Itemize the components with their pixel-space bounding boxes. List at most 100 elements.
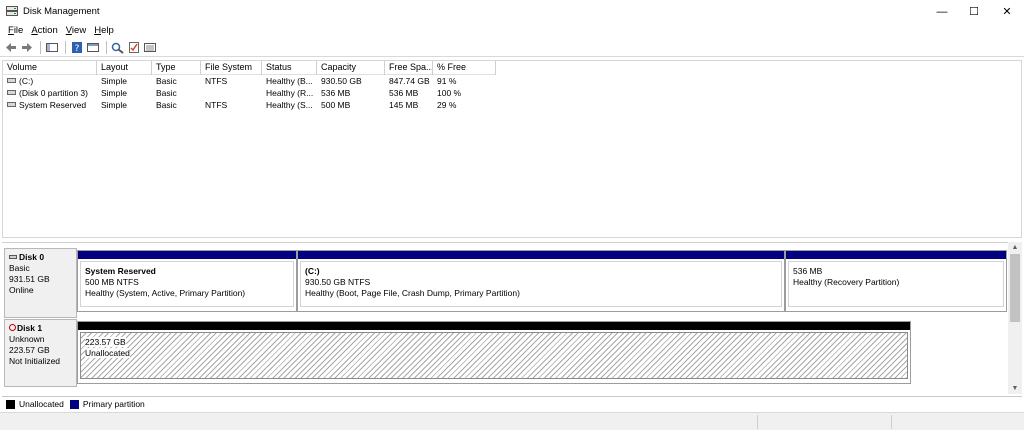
partition-status: Healthy (Boot, Page File, Crash Dump, Pr… bbox=[305, 288, 520, 298]
disk-state: Not Initialized bbox=[9, 356, 61, 366]
maximize-icon: ☐ bbox=[969, 6, 979, 18]
checklist-icon[interactable] bbox=[127, 41, 141, 54]
partition-name: (C:) bbox=[305, 266, 320, 276]
disk-warning-icon bbox=[9, 324, 16, 332]
toolbar-separator bbox=[65, 41, 66, 54]
legend-item-unallocated: Unallocated bbox=[6, 399, 64, 409]
volume-free-space: 847.74 GB bbox=[389, 76, 430, 86]
volume-file-system: NTFS bbox=[205, 76, 228, 86]
legend-item-primary-partition: Primary partition bbox=[69, 399, 145, 409]
disk-name: Disk 1 bbox=[17, 323, 43, 333]
volume-list[interactable]: Volume Layout Type File System Status Ca… bbox=[2, 60, 1022, 238]
disk-management-app-icon bbox=[6, 6, 18, 16]
minimize-button[interactable]: — bbox=[925, 0, 959, 23]
show-hide-tree-icon[interactable] bbox=[45, 41, 59, 54]
legend-label: Unallocated bbox=[19, 399, 64, 409]
table-row[interactable]: System Reserved Simple Basic NTFS Health… bbox=[3, 99, 496, 111]
menu-help[interactable]: Help bbox=[90, 23, 118, 39]
disk-size: 223.57 GB bbox=[9, 345, 50, 355]
volume-icon bbox=[7, 102, 16, 108]
volume-status: Healthy (S... bbox=[266, 100, 313, 110]
volume-capacity: 536 MB bbox=[321, 88, 351, 98]
properties-icon[interactable] bbox=[86, 41, 100, 54]
table-row[interactable]: (C:) Simple Basic NTFS Healthy (B... 930… bbox=[3, 75, 496, 87]
unallocated-size: 223.57 GB bbox=[85, 337, 126, 347]
partition-status: Healthy (System, Active, Primary Partiti… bbox=[85, 288, 246, 298]
disk-icon bbox=[9, 254, 17, 259]
help-icon[interactable]: ? bbox=[70, 41, 84, 54]
volume-layout: Simple bbox=[101, 88, 127, 98]
column-header-layout[interactable]: Layout bbox=[97, 61, 152, 75]
volume-percent-free: 91 % bbox=[437, 76, 457, 86]
svg-text:?: ? bbox=[75, 44, 80, 54]
toolbar: ? bbox=[0, 39, 1024, 57]
primary-partition-bar bbox=[78, 251, 296, 259]
column-header-capacity[interactable]: Capacity bbox=[317, 61, 385, 75]
volume-percent-free: 100 % bbox=[437, 88, 462, 98]
volume-name: (C:) bbox=[19, 76, 34, 86]
volume-icon bbox=[7, 78, 16, 84]
unallocated-space[interactable]: 223.57 GB Unallocated bbox=[77, 321, 911, 384]
primary-partition-bar bbox=[298, 251, 784, 259]
partition-status: Healthy (Recovery Partition) bbox=[793, 277, 900, 287]
disk-view-scrollbar[interactable]: ▲ ▼ bbox=[1008, 242, 1022, 394]
partition-c-drive[interactable]: (C:) 930.50 GB NTFS Healthy (Boot, Page … bbox=[297, 250, 785, 312]
maximize-button[interactable]: ☐ bbox=[957, 0, 991, 23]
volume-capacity: 500 MB bbox=[321, 100, 351, 110]
partition-recovery[interactable]: 536 MB Healthy (Recovery Partition) bbox=[785, 250, 1007, 312]
rescan-icon[interactable] bbox=[111, 41, 125, 54]
volume-name: (Disk 0 partition 3) bbox=[19, 88, 88, 98]
status-bar bbox=[0, 412, 1024, 430]
menu-file[interactable]: File bbox=[4, 23, 27, 39]
volume-percent-free: 29 % bbox=[437, 100, 457, 110]
menu-view[interactable]: View bbox=[62, 23, 90, 39]
menu-action[interactable]: Action bbox=[27, 23, 61, 39]
volume-free-space: 536 MB bbox=[389, 88, 419, 98]
close-button[interactable]: ✕ bbox=[990, 0, 1024, 23]
primary-partition-swatch bbox=[69, 399, 79, 409]
legend: Unallocated Primary partition bbox=[2, 396, 1022, 411]
minimize-icon: — bbox=[936, 5, 948, 18]
volume-type: Basic bbox=[156, 88, 177, 98]
volume-type: Basic bbox=[156, 76, 177, 86]
disk-1-label[interactable]: Disk 1 Unknown 223.57 GB Not Initialized bbox=[4, 319, 77, 387]
disk-size: 931.51 GB bbox=[9, 274, 50, 284]
column-header-free-space[interactable]: Free Spa... bbox=[385, 61, 433, 75]
disk-state: Online bbox=[9, 285, 34, 295]
disk-type: Basic bbox=[9, 263, 30, 273]
volume-file-system: NTFS bbox=[205, 100, 228, 110]
window-title: Disk Management bbox=[23, 6, 100, 17]
volume-layout: Simple bbox=[101, 76, 127, 86]
column-header-file-system[interactable]: File System bbox=[201, 61, 262, 75]
forward-arrow-icon[interactable] bbox=[20, 41, 34, 54]
disk-name: Disk 0 bbox=[19, 252, 45, 262]
partition-system-reserved[interactable]: System Reserved 500 MB NTFS Healthy (Sys… bbox=[77, 250, 297, 312]
scroll-up-arrow-icon[interactable]: ▲ bbox=[1008, 242, 1022, 253]
column-header-status[interactable]: Status bbox=[262, 61, 317, 75]
disk-graphical-view: Disk 0 Basic 931.51 GB Online System Res… bbox=[2, 242, 1022, 394]
volume-layout: Simple bbox=[101, 100, 127, 110]
column-header-type[interactable]: Type bbox=[152, 61, 201, 75]
volume-file-system bbox=[201, 87, 262, 99]
column-header-volume[interactable]: Volume bbox=[3, 61, 97, 75]
status-bar-segment bbox=[757, 415, 758, 429]
volume-name: System Reserved bbox=[19, 100, 87, 110]
toolbar-separator bbox=[106, 41, 107, 54]
partition-size: 536 MB bbox=[793, 266, 823, 276]
unallocated-bar bbox=[78, 322, 910, 330]
unallocated-swatch bbox=[6, 399, 15, 409]
unallocated-status: Unallocated bbox=[85, 348, 130, 358]
back-arrow-icon[interactable] bbox=[4, 41, 18, 54]
partition-size: 930.50 GB NTFS bbox=[305, 277, 371, 287]
scrollbar-thumb[interactable] bbox=[1010, 254, 1020, 322]
legend-label: Primary partition bbox=[82, 399, 145, 409]
scroll-down-arrow-icon[interactable]: ▼ bbox=[1008, 383, 1022, 394]
status-bar-segment bbox=[891, 415, 892, 429]
title-bar: Disk Management — ☐ ✕ bbox=[0, 0, 1024, 23]
list-view-icon[interactable] bbox=[143, 41, 157, 54]
disk-0-label[interactable]: Disk 0 Basic 931.51 GB Online bbox=[4, 248, 77, 318]
table-row[interactable]: (Disk 0 partition 3) Simple Basic Health… bbox=[3, 87, 496, 99]
volume-status: Healthy (R... bbox=[266, 88, 314, 98]
volume-status: Healthy (B... bbox=[266, 76, 313, 86]
column-header-percent-free[interactable]: % Free bbox=[433, 61, 496, 75]
